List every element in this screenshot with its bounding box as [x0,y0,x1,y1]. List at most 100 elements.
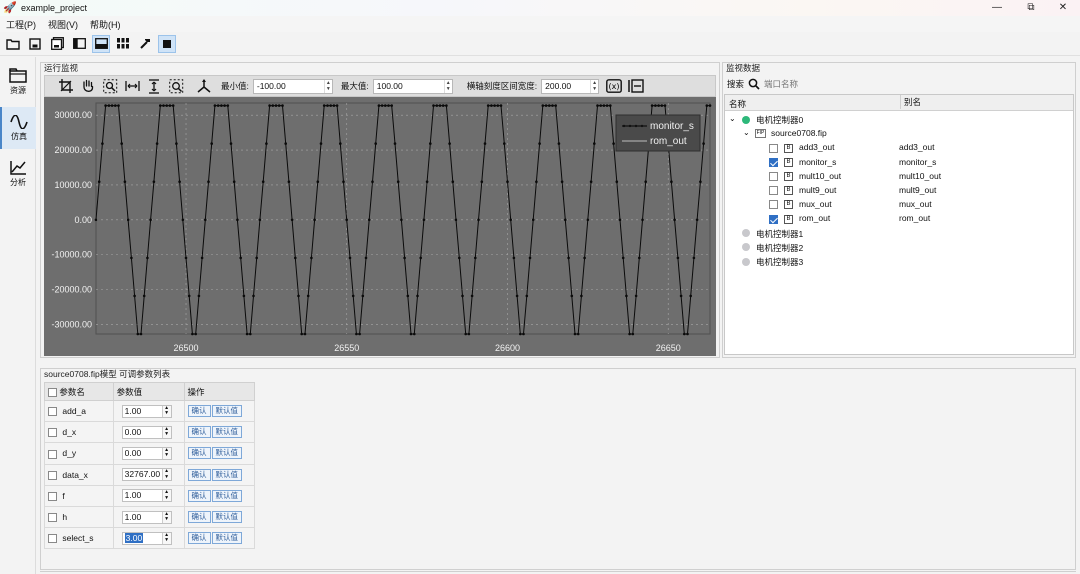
tree-row-controller[interactable]: 电机控制器1 [725,226,1073,240]
hammer-icon[interactable] [136,35,154,53]
signal-checkbox[interactable] [769,214,778,224]
tree-row-signal[interactable]: B rom_out rom_out [725,211,1073,225]
save-all-icon[interactable] [48,35,66,53]
save-icon[interactable] [26,35,44,53]
monitor-chart[interactable]: 30000.00 20000.00 10000.00 0.00 -10000.00 -20… [44,97,716,356]
data-point-monitor-s [609,104,612,107]
nav-resources[interactable]: 资源 [0,61,36,103]
tree-row-signal[interactable]: B add3_out add3_out [725,140,1073,154]
bottom-panel-icon[interactable] [92,34,110,53]
expand-arrow-icon[interactable]: ⌄ [729,114,736,123]
tree-row-signal[interactable]: B mux_out mux_out [725,197,1073,211]
axis-icon[interactable] [195,77,213,95]
param-checkbox[interactable] [48,470,57,480]
crop-icon[interactable] [57,77,75,95]
default-button[interactable]: 默认值 [211,447,243,460]
max-value-stepper[interactable]: ▲ ▼ [443,79,452,93]
default-button[interactable]: 默认值 [211,426,243,439]
param-value-input[interactable]: 1.00 ▲ ▼ [121,510,172,524]
restore-button[interactable]: ⧉ [1014,0,1048,16]
fit-horizontal-icon[interactable] [123,77,141,95]
confirm-button[interactable]: 确认 [187,532,211,545]
close-button[interactable]: ✕ [1046,0,1080,16]
param-value-input[interactable]: 32767.00 ▲ ▼ [121,468,172,482]
param-value-input[interactable]: 1.00 ▲ ▼ [121,404,172,418]
signal-checkbox[interactable] [769,186,778,196]
confirm-button[interactable]: 确认 [187,468,211,481]
grid-layout-icon[interactable] [114,35,132,53]
confirm-button[interactable]: 确认 [187,405,211,418]
axis-width-input[interactable]: 200.00 ▲ ▼ [541,78,600,94]
default-button[interactable]: 默认值 [211,532,243,545]
max-value-input[interactable]: 100.00 ▲ ▼ [372,78,453,94]
confirm-button[interactable]: 确认 [187,489,211,502]
function-icon[interactable]: (x) [605,77,623,95]
signal-checkbox[interactable] [769,200,778,210]
confirm-button[interactable]: 确认 [187,511,211,524]
tree-row-signal[interactable]: B monitor_s monitor_s [725,155,1073,169]
param-checkbox[interactable] [48,407,57,417]
data-point-monitor-s [695,218,699,222]
select-all-checkbox[interactable] [48,387,57,397]
param-checkbox[interactable] [48,449,57,459]
param-checkbox[interactable] [48,491,57,501]
data-point-monitor-s [139,332,143,336]
param-value-stepper[interactable]: ▲ ▼ [161,426,171,438]
tree-row-controller[interactable]: 电机控制器3 [725,254,1073,268]
data-point-monitor-s [451,180,455,183]
status-divider [40,571,1076,572]
expand-arrow-icon[interactable]: ⌄ [743,128,750,137]
open-folder-icon[interactable] [4,35,22,53]
confirm-button[interactable]: 确认 [187,447,211,460]
default-button[interactable]: 默认值 [211,468,243,481]
param-value-stepper[interactable]: ▲ ▼ [161,532,171,544]
search-input[interactable] [764,77,1074,91]
data-point-monitor-s [322,104,326,107]
zoom-fit-icon[interactable] [167,77,185,95]
menu-view[interactable]: 视图(V) [42,18,84,31]
tree-row-file[interactable]: ⌄ FIP source0708.fip [725,126,1073,140]
param-value-stepper[interactable]: ▲ ▼ [161,468,171,481]
col-name-header[interactable]: 名称 [729,98,746,110]
confirm-button[interactable]: 确认 [187,426,211,439]
signal-checkbox[interactable] [769,143,778,153]
default-button[interactable]: 默认值 [211,405,243,418]
tree-row-controller[interactable]: ⌄ 电机控制器0 [725,112,1073,126]
param-checkbox[interactable] [48,513,57,523]
param-op-header: 操作 [183,382,256,401]
param-value-input[interactable]: 1.00 ▲ ▼ [121,489,172,503]
nav-analysis[interactable]: 分析 [0,153,36,195]
zoom-box-icon[interactable] [101,77,119,95]
default-button[interactable]: 默认值 [211,511,243,524]
stop-icon[interactable] [158,34,176,53]
hand-icon[interactable] [79,77,97,95]
tree-row-signal[interactable]: B mult9_out mult9_out [725,183,1073,197]
param-value-input[interactable]: 0.00 ▲ ▼ [121,425,172,439]
minimize-button[interactable]: — [980,0,1014,16]
menu-project[interactable]: 工程(P) [0,18,42,31]
default-button[interactable]: 默认值 [211,489,243,502]
list-view-icon[interactable] [627,77,645,95]
tree-row-controller[interactable]: 电机控制器2 [725,240,1073,254]
axis-width-stepper[interactable]: ▲ ▼ [590,79,598,93]
param-checkbox[interactable] [48,534,57,544]
param-value-stepper[interactable]: ▲ ▼ [161,405,171,417]
param-value-input[interactable]: 0.00 ▲ ▼ [121,446,172,460]
left-panel-icon[interactable] [70,35,88,53]
menu-help[interactable]: 帮助(H) [84,18,127,31]
min-value-stepper[interactable]: ▲ ▼ [323,79,332,93]
side-navigation: 资源 仿真 分析 [0,57,36,574]
param-value-stepper[interactable]: ▲ ▼ [161,490,171,502]
signal-checkbox[interactable] [769,172,778,181]
fit-vertical-icon[interactable] [145,77,163,95]
param-checkbox[interactable] [48,428,57,438]
tree-row-signal[interactable]: B mult10_out mult10_out [725,169,1073,183]
min-value-input[interactable]: -100.00 ▲ ▼ [252,78,333,94]
col-alias-header[interactable]: 别名 [900,95,921,109]
signal-checkbox[interactable] [769,157,778,167]
param-value-stepper[interactable]: ▲ ▼ [161,511,171,523]
param-value-input[interactable]: 3.00 ▲ ▼ [121,531,172,545]
nav-simulation[interactable]: 仿真 [0,107,36,149]
data-point-monitor-s [548,104,551,107]
param-value-stepper[interactable]: ▲ ▼ [161,447,171,459]
